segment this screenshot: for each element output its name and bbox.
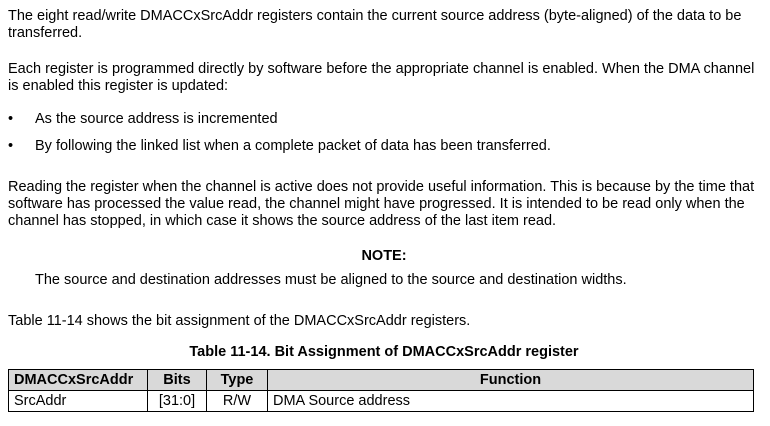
bullet-list: • As the source address is incremented •… [8, 111, 758, 155]
cell-register: SrcAddr [8, 390, 148, 412]
column-header-function: Function [267, 369, 754, 391]
table-reference-paragraph: Table 11-14 shows the bit assignment of … [8, 313, 471, 329]
bullet-icon: • [8, 138, 14, 154]
column-header-register: DMACCxSrcAddr [8, 369, 148, 391]
programmed-paragraph: Each register is programmed directly by … [8, 61, 755, 94]
table-caption: Table 11-14. Bit Assignment of DMACCxSrc… [189, 344, 579, 360]
list-item: • By following the linked list when a co… [8, 138, 758, 155]
cell-bits: [31:0] [147, 390, 207, 412]
column-header-bits: Bits [147, 369, 207, 391]
column-header-type: Type [206, 369, 268, 391]
note-text: The source and destination addresses mus… [35, 272, 627, 288]
intro-paragraph: The eight read/write DMACCxSrcAddr regis… [8, 8, 742, 41]
list-item-text: As the source address is incremented [35, 111, 278, 127]
list-item-text: By following the linked list when a comp… [35, 138, 551, 154]
note-heading: NOTE: [361, 248, 407, 264]
cell-type: R/W [206, 390, 268, 412]
bit-assignment-table: DMACCxSrcAddr Bits Type Function SrcAddr… [8, 369, 754, 412]
reading-paragraph: Reading the register when the channel is… [8, 179, 755, 229]
list-item: • As the source address is incremented [8, 111, 758, 128]
table-header-row: DMACCxSrcAddr Bits Type Function [8, 369, 754, 391]
cell-function: DMA Source address [267, 390, 754, 412]
bullet-icon: • [8, 111, 14, 127]
table-row: SrcAddr [31:0] R/W DMA Source address [8, 390, 754, 412]
